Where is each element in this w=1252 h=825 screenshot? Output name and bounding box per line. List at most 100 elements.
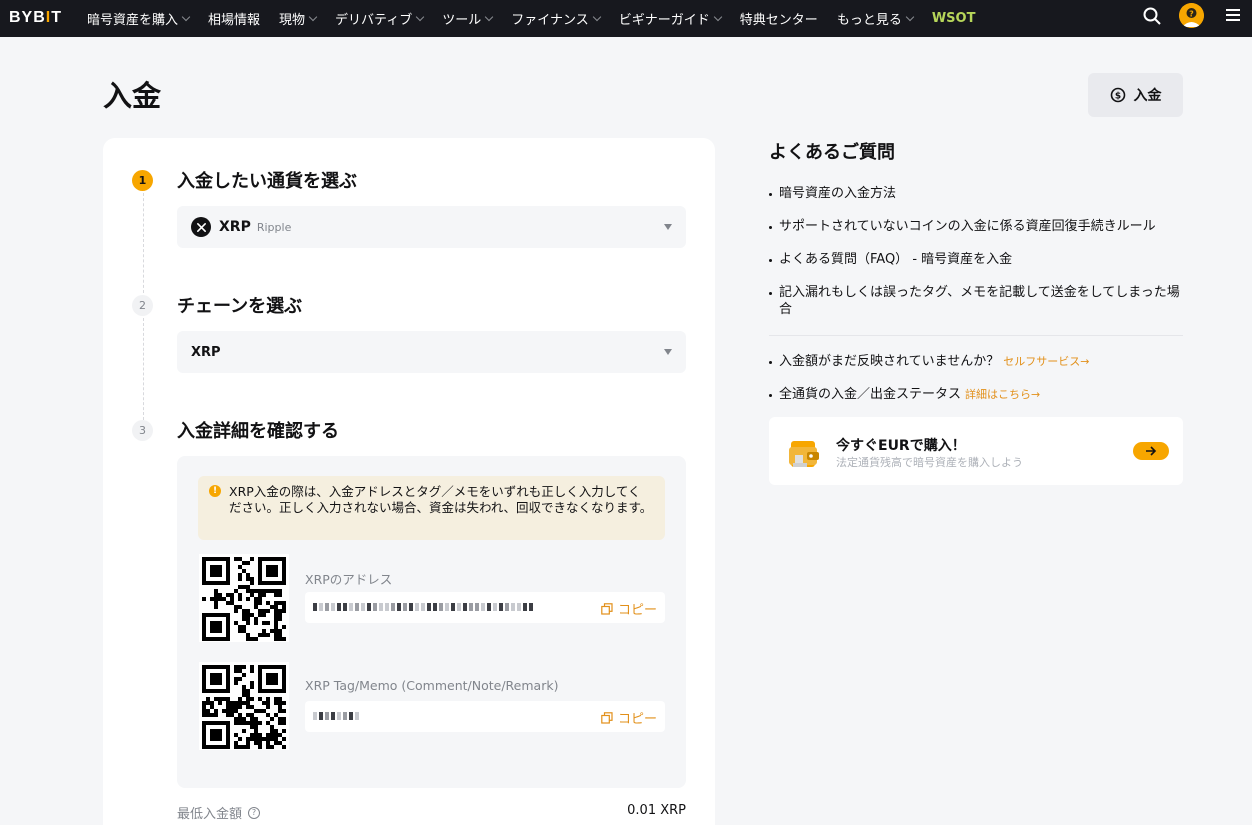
redacted-char [445,603,449,611]
buy-arrow-button[interactable] [1133,442,1169,460]
chain-select[interactable]: XRP [177,331,686,373]
nav-item-wsot[interactable]: WSOT [932,11,976,26]
redacted-char [505,603,509,611]
details-link[interactable]: 詳細はこちら→ [965,388,1040,401]
min-deposit-label: 最低入金額 ? [177,803,261,822]
redacted-char [325,712,329,720]
caret-down-icon [664,349,672,355]
avatar[interactable]: ? [1179,3,1204,28]
redacted-char [331,603,335,611]
redacted-char [523,603,527,611]
user-avatar-icon: ? [1179,3,1204,28]
redacted-char [343,712,347,720]
nav-menu: 暗号資産を購入 相場情報 現物 デリバティブ ツール ファイナンス ビギナーガイ… [87,0,994,37]
redacted-char [403,603,407,611]
address-label: XRPのアドレス [305,572,393,587]
address-value-redacted [313,600,535,614]
address-qr-code [199,554,289,642]
step-connector [143,318,144,420]
top-nav: BYBIT 暗号資産を購入 相場情報 現物 デリバティブ ツール ファイナンス … [0,0,1252,37]
redacted-char [355,712,359,720]
redacted-char [397,603,401,611]
min-deposit-value: 0.01 XRP [627,803,686,818]
warning-notice: ! XRP入金の際は、入金アドレスとタグ／メモをいずれも正しく入力してください。… [198,476,665,540]
faq-item[interactable]: よくある質問（FAQ） - 暗号資産を入金 [769,251,1183,268]
chain-value: XRP [191,344,221,360]
copy-tag-button[interactable]: コピー [601,708,657,727]
nav-item-markets[interactable]: 相場情報 [208,9,260,28]
nav-item-tools[interactable]: ツール [442,9,494,28]
coin-symbol: XRP [219,219,251,235]
nav-item-derivatives[interactable]: デリバティブ [335,9,425,28]
nav-item-finance[interactable]: ファイナンス [511,9,602,28]
redacted-char [313,603,317,611]
redacted-char [325,603,329,611]
bybit-logo[interactable]: BYBIT [9,9,62,27]
nav-item-buy-crypto[interactable]: 暗号資産を購入 [87,9,191,28]
warning-text: XRP入金の際は、入金アドレスとタグ／メモをいずれも正しく入力してください。正し… [229,484,653,515]
svg-text:$: $ [1114,92,1120,102]
redacted-char [391,603,395,611]
nav-item-spot[interactable]: 現物 [279,9,318,28]
nav-item-more[interactable]: もっと見る [837,9,915,28]
faq-item[interactable]: 暗号資産の入金方法 [769,185,1183,202]
self-service-link[interactable]: セルフサービス→ [1003,355,1089,368]
deposit-coin-icon: $ [1110,87,1125,103]
page-title: 入金 [103,79,162,113]
step-2-badge: 2 [132,295,153,316]
tag-qr-code [199,662,289,750]
redacted-char [331,712,335,720]
step-1-badge: 1 [132,170,153,191]
redacted-char [439,603,443,611]
redacted-char [343,603,347,611]
redacted-char [493,603,497,611]
redacted-char [355,603,359,611]
chevron-down-icon [416,12,425,22]
redacted-char [385,603,389,611]
redacted-char [337,603,341,611]
redacted-char [361,603,365,611]
arrow-right-icon [1146,446,1157,456]
hamburger-menu-icon[interactable] [1226,9,1240,21]
buy-with-eur-card[interactable]: 今すぐEURで購入！ 法定通貨残高で暗号資産を購入しよう [769,417,1183,485]
redacted-char [319,712,323,720]
copy-address-button[interactable]: コピー [601,599,657,618]
redacted-char [433,603,437,611]
address-field[interactable]: コピー [305,592,665,623]
redacted-char [313,712,317,720]
faq-divider [769,335,1183,336]
buy-card-title: 今すぐEURで購入！ [836,438,966,454]
status-item-pending: 入金額がまだ反映されていませんか？ セルフサービス→ [769,353,1183,370]
chevron-down-icon [713,12,723,22]
faq-item[interactable]: サポートされていないコインの入金に係る資産回復手続きルール [769,218,1183,235]
redacted-char [349,712,353,720]
step-1-title: 入金したい通貨を選ぶ [177,171,357,192]
caret-down-icon [664,224,672,230]
redacted-char [427,603,431,611]
copy-icon [601,711,613,724]
coin-name: Ripple [256,220,292,234]
redacted-char [379,603,383,611]
redacted-char [463,603,467,611]
redacted-char [511,603,515,611]
svg-text:?: ? [1189,10,1194,19]
nav-item-beginner-guide[interactable]: ビギナーガイド [619,9,723,28]
tag-field[interactable]: コピー [305,701,665,732]
help-icon[interactable]: ? [248,806,261,819]
warning-icon: ! [209,485,221,497]
deposit-button[interactable]: $ 入金 [1088,73,1183,117]
chevron-down-icon [181,12,191,22]
redacted-char [517,603,521,611]
xrp-coin-icon [191,217,211,237]
redacted-char [529,603,533,611]
search-icon[interactable] [1143,7,1161,25]
redacted-char [475,603,479,611]
nav-item-rewards-hub[interactable]: 特典センター [740,9,818,28]
redacted-char [457,603,461,611]
redacted-char [421,603,425,611]
chevron-down-icon [485,12,494,22]
faq-item[interactable]: 記入漏れもしくは誤ったタグ、メモを記載して送金をしてしまった場合 [769,284,1183,318]
chevron-down-icon [308,12,318,22]
redacted-char [367,603,371,611]
coin-select[interactable]: XRP Ripple [177,206,686,248]
